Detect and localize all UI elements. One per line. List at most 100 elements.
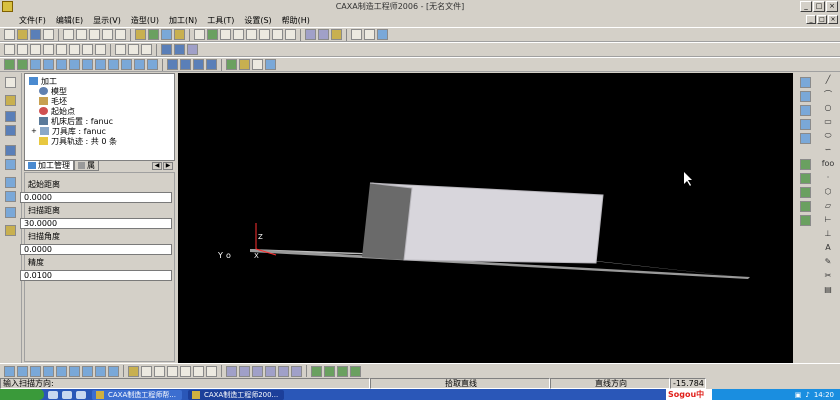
tree-item-tool-library[interactable]: + 刀具库 : fanuc [31, 126, 106, 136]
cut-icon[interactable] [63, 29, 74, 40]
ellipse-tool-icon[interactable] [69, 44, 80, 55]
tab-scroll-left-icon[interactable]: ◀ [152, 162, 162, 170]
geom-f-icon[interactable] [291, 365, 302, 377]
maximize-button[interactable]: □ [813, 1, 825, 12]
array-icon[interactable] [5, 207, 16, 218]
select-arrow-icon[interactable] [5, 77, 16, 88]
trim-curve-icon[interactable]: ✂ [821, 271, 835, 281]
zoom-window-icon[interactable] [220, 29, 231, 40]
edit-icon[interactable]: ✎ [821, 257, 835, 267]
arc-icon[interactable]: ⌒ [821, 89, 835, 99]
gcode-icon[interactable] [239, 59, 250, 70]
drill-icon[interactable] [108, 59, 119, 70]
polygon-tool-icon[interactable] [56, 44, 67, 55]
measure-icon[interactable] [351, 29, 362, 40]
tree-item-model[interactable]: 模型 [39, 86, 67, 96]
corner-clean-icon[interactable] [147, 59, 158, 70]
tree-item-start-point[interactable]: 起始点 [39, 106, 75, 116]
pocket-mill-icon[interactable] [30, 59, 41, 70]
task-caxa-main[interactable]: CAXA制造工程师200... [187, 389, 285, 400]
scan-line-icon[interactable] [56, 59, 67, 70]
menu-edit[interactable]: 编辑(E) [51, 15, 88, 26]
contour-mill-icon[interactable] [17, 59, 28, 70]
tray-network-icon[interactable]: ▣ [795, 391, 802, 399]
view-front-icon[interactable] [5, 111, 16, 122]
tolerance-icon[interactable]: ⊥ [821, 229, 835, 239]
tab-properties[interactable]: 属 [74, 161, 99, 171]
surface-boundary-icon[interactable] [800, 215, 811, 226]
scan-angle-input[interactable]: 0.0000 [20, 244, 172, 255]
circle-icon[interactable]: ○ [821, 103, 835, 113]
help-pointer-icon[interactable] [377, 29, 388, 40]
line-tool-icon[interactable] [4, 44, 15, 55]
feature-cut-icon[interactable] [17, 365, 28, 377]
redraw-icon[interactable] [207, 29, 218, 40]
rect-tool-icon[interactable] [43, 44, 54, 55]
pan-icon[interactable] [259, 29, 270, 40]
new-file-icon[interactable] [4, 29, 15, 40]
tray-volume-icon[interactable]: ♪ [805, 391, 809, 399]
rectangle-icon[interactable]: ▭ [821, 117, 835, 127]
start-distance-input[interactable]: 0.0000 [20, 192, 172, 203]
task-caxa-help[interactable]: CAXA制造工程师帮... [92, 389, 182, 400]
geom-e-icon[interactable] [278, 365, 289, 377]
arc-tool-icon[interactable] [17, 44, 28, 55]
ellipse-icon[interactable]: ⬭ [821, 131, 835, 141]
coordinate-icon[interactable] [5, 225, 16, 236]
menu-tools[interactable]: 工具(T) [202, 15, 239, 26]
curve-intersect-icon[interactable] [800, 91, 811, 102]
open-file-icon[interactable] [17, 29, 28, 40]
tab-scroll-right-icon[interactable]: ▶ [163, 162, 173, 170]
curve-d-icon[interactable] [180, 365, 191, 377]
sketch-icon[interactable] [5, 95, 16, 106]
text-foo-icon[interactable]: foo [821, 159, 835, 169]
view-left-icon[interactable] [5, 145, 16, 156]
quicklaunch-desktop-icon[interactable] [62, 390, 72, 399]
properties-icon[interactable] [364, 29, 375, 40]
feature-loft-icon[interactable] [56, 365, 67, 377]
line-icon[interactable]: ╱ [821, 75, 835, 85]
feature-revolve-icon[interactable] [30, 365, 41, 377]
groove-icon[interactable] [121, 59, 132, 70]
feature-draft-icon[interactable] [108, 365, 119, 377]
curve-proj-icon[interactable] [800, 77, 811, 88]
geom-b-icon[interactable] [239, 365, 250, 377]
doc-close-button[interactable]: × [828, 15, 838, 24]
color-icon[interactable] [174, 29, 185, 40]
minimize-button[interactable]: _ [800, 1, 812, 12]
feature-shell-icon[interactable] [95, 365, 106, 377]
curve-b-icon[interactable] [154, 365, 165, 377]
circle-tool-icon[interactable] [30, 44, 41, 55]
point-icon[interactable]: · [821, 173, 835, 183]
paste-icon[interactable] [89, 29, 100, 40]
curve-offset-icon[interactable] [800, 105, 811, 116]
surface-extrude-icon[interactable] [800, 159, 811, 170]
save-icon[interactable] [30, 29, 41, 40]
feature-chamfer-icon[interactable] [82, 365, 93, 377]
tree-item-post[interactable]: 机床后置 : fanuc [39, 116, 113, 126]
redo-icon[interactable] [115, 29, 126, 40]
render-icon[interactable] [331, 29, 342, 40]
simulate-icon[interactable] [226, 59, 237, 70]
layer-icon[interactable] [148, 29, 159, 40]
finish-mill-icon[interactable] [43, 59, 54, 70]
menu-file[interactable]: 文件(F) [14, 15, 51, 26]
sogou-ime[interactable]: Sogou中 [666, 389, 712, 400]
extrude-icon[interactable] [161, 44, 172, 55]
window-icon[interactable] [194, 29, 205, 40]
doc-restore-button[interactable]: □ [817, 15, 827, 24]
op-a-icon[interactable] [311, 365, 322, 377]
curve-a-icon[interactable] [141, 365, 152, 377]
surface-sweep-icon[interactable] [800, 187, 811, 198]
zoom-in-icon[interactable] [233, 29, 244, 40]
tab-machining-manager[interactable]: 加工管理 [24, 161, 74, 171]
spline-icon[interactable]: ∽ [821, 145, 835, 155]
3d-viewport[interactable]: Z Y o X [178, 73, 793, 363]
polygon-icon[interactable]: ⬡ [821, 187, 835, 197]
print-icon[interactable] [43, 29, 54, 40]
shading-icon[interactable] [305, 29, 316, 40]
dimension-icon[interactable]: ⊢ [821, 215, 835, 225]
view-top-icon[interactable] [5, 125, 16, 136]
curve-f-icon[interactable] [206, 365, 217, 377]
op-c-icon[interactable] [337, 365, 348, 377]
